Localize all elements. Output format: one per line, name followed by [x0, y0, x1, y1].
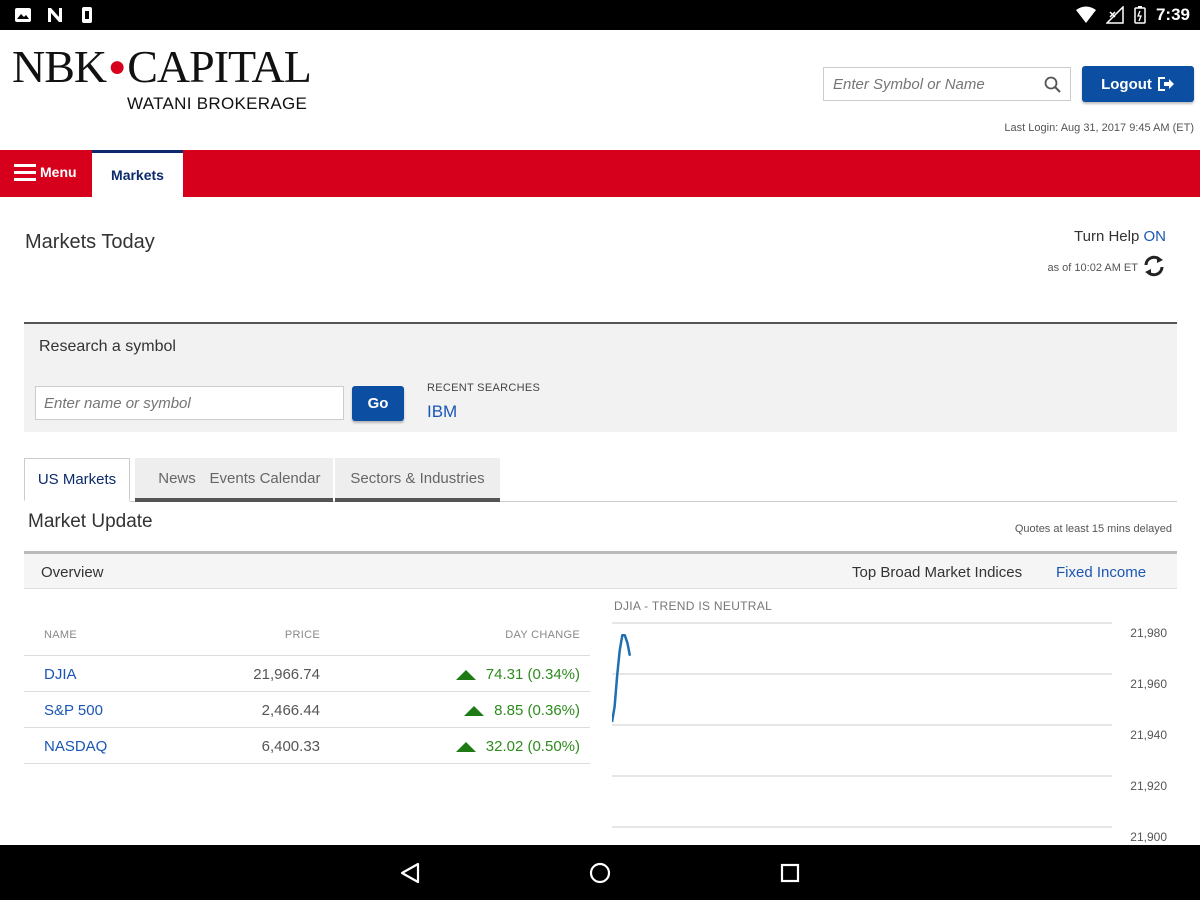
y-tick-label: 21,920: [1130, 779, 1167, 793]
djia-trend-chart: 21,980 21,960 21,940 21,920 21,900: [612, 622, 1167, 844]
table-row: S&P 500 2,466.44 8.85 (0.36%): [24, 692, 590, 728]
djia-series-line: [612, 634, 632, 723]
index-name-link[interactable]: DJIA: [44, 666, 77, 683]
home-icon[interactable]: [589, 862, 611, 884]
logout-icon: [1157, 77, 1174, 91]
overview-label: Overview: [41, 564, 104, 581]
recent-apps-icon[interactable]: [780, 863, 800, 883]
menu-label: Menu: [40, 164, 77, 180]
help-toggle[interactable]: Turn Help ON: [1074, 228, 1166, 245]
research-panel: Research a symbol Go RECENT SEARCHES IBM: [24, 322, 1177, 432]
refresh-icon[interactable]: [1142, 254, 1166, 278]
recent-searches-label: RECENT SEARCHES: [427, 382, 541, 394]
up-arrow-icon: [455, 741, 476, 752]
header: NBK●CAPITAL WATANI BROKERAGE Logout Last…: [0, 30, 1200, 150]
index-price: 2,466.44: [261, 702, 320, 719]
menu-button[interactable]: Menu: [14, 162, 77, 182]
index-day-change: 32.02 (0.50%): [455, 738, 580, 755]
battery-saver-icon: [82, 7, 92, 23]
table-row: NASDAQ 6,400.33 32.02 (0.50%): [24, 728, 590, 764]
table-header: NAME PRICE DAY CHANGE: [24, 622, 590, 656]
index-name-link[interactable]: NASDAQ: [44, 738, 107, 755]
clock: 7:39: [1155, 5, 1190, 24]
day-change-value: 8.85 (0.36%): [494, 702, 580, 719]
research-input-box[interactable]: [35, 386, 344, 420]
logout-label: Logout: [1101, 75, 1152, 93]
help-toggle-state[interactable]: ON: [1144, 228, 1167, 245]
research-title: Research a symbol: [39, 338, 176, 355]
back-icon[interactable]: [399, 862, 421, 884]
symbol-search-input[interactable]: [824, 68, 1039, 100]
up-arrow-icon: [455, 669, 476, 680]
up-arrow-icon: [464, 705, 485, 716]
y-tick-label: 21,940: [1130, 728, 1167, 742]
image-icon: [15, 8, 31, 22]
nbk-capital-logo[interactable]: NBK●CAPITAL WATANI BROKERAGE: [12, 44, 312, 124]
battery-icon: [1134, 6, 1146, 24]
wifi-icon: [1075, 6, 1096, 23]
main-nav-bar: Menu Markets: [0, 150, 1200, 197]
index-price: 6,400.33: [261, 738, 320, 755]
tab-us-markets[interactable]: US Markets: [24, 458, 130, 502]
research-symbol-input[interactable]: [36, 387, 336, 419]
y-tick-label: 21,980: [1130, 626, 1167, 640]
logo-dot: ●: [108, 50, 126, 83]
market-tabs: US Markets News Events Calendar Sectors …: [24, 458, 1177, 502]
page-title: Markets Today: [25, 231, 155, 253]
symbol-search-box[interactable]: [823, 67, 1071, 101]
column-header-price: PRICE: [284, 629, 320, 641]
logo-main-left: NBK: [12, 41, 107, 92]
index-day-change: 8.85 (0.36%): [464, 702, 580, 719]
index-name-link[interactable]: S&P 500: [44, 702, 103, 719]
last-login-text: Last Login: Aug 31, 2017 9:45 AM (ET): [1004, 122, 1194, 134]
index-price: 21,966.74: [253, 666, 320, 683]
tab-events-calendar[interactable]: Events Calendar: [197, 458, 333, 502]
help-toggle-label: Turn Help: [1074, 228, 1140, 245]
day-change-value: 32.02 (0.50%): [485, 738, 580, 755]
market-update-title: Market Update: [28, 511, 153, 532]
n-notification-icon: [48, 8, 62, 22]
logout-button[interactable]: Logout: [1082, 66, 1194, 102]
column-header-day-change: DAY CHANGE: [505, 629, 580, 641]
top-broad-market-indices-link[interactable]: Top Broad Market Indices: [852, 564, 1022, 581]
overview-bar: Overview Top Broad Market Indices Fixed …: [24, 551, 1177, 589]
day-change-value: 74.31 (0.34%): [485, 666, 580, 683]
recent-search-item[interactable]: IBM: [427, 402, 457, 422]
hamburger-icon: [14, 164, 36, 181]
android-nav-bar: [0, 845, 1200, 900]
column-header-name: NAME: [44, 629, 77, 641]
status-bar: 7:39: [0, 0, 1200, 30]
quotes-delay-note: Quotes at least 15 mins delayed: [1014, 523, 1172, 535]
no-signal-icon: [1105, 6, 1124, 24]
go-button[interactable]: Go: [352, 386, 404, 421]
chart-title: DJIA - TREND IS NEUTRAL: [614, 599, 773, 613]
tab-sectors-industries[interactable]: Sectors & Industries: [335, 458, 500, 502]
indices-table: NAME PRICE DAY CHANGE DJIA 21,966.74 74.…: [24, 622, 590, 764]
tab-markets[interactable]: Markets: [92, 150, 183, 197]
logo-subtitle: WATANI BROKERAGE: [127, 94, 308, 113]
index-day-change: 74.31 (0.34%): [455, 666, 580, 683]
y-tick-label: 21,900: [1130, 830, 1167, 844]
logo-main-right: CAPITAL: [127, 41, 312, 92]
as-of-timestamp: as of 10:02 AM ET: [1047, 262, 1139, 274]
search-icon[interactable]: [1044, 76, 1062, 94]
y-tick-label: 21,960: [1130, 677, 1167, 691]
table-row: DJIA 21,966.74 74.31 (0.34%): [24, 656, 590, 692]
fixed-income-link[interactable]: Fixed Income: [1056, 564, 1146, 581]
